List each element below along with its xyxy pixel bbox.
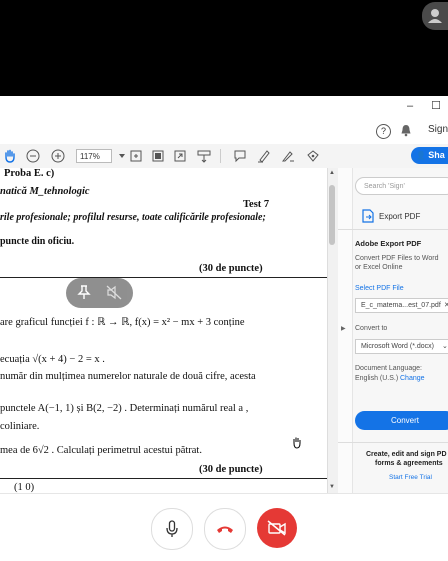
divider — [338, 442, 448, 443]
mute-speaker-icon[interactable] — [106, 285, 122, 305]
zoom-out-icon[interactable] — [25, 148, 41, 164]
microphone-button[interactable] — [151, 508, 193, 550]
section-rule — [0, 277, 327, 278]
hand-tool-icon[interactable] — [2, 148, 18, 164]
scroll-up-icon[interactable]: ▲ — [329, 170, 335, 176]
doc-language-value: English (U.S.) — [355, 375, 399, 382]
doc-line: Proba E. c) — [4, 168, 55, 179]
participant-avatar[interactable] — [422, 2, 448, 30]
window-titlebar: – ☐ — [0, 96, 448, 119]
convert-to-value: Microsoft Word (*.docx) — [361, 343, 434, 350]
document-page[interactable]: Proba E. c) natică M_tehnologic Test 7 r… — [0, 168, 327, 493]
video-strip — [0, 0, 448, 96]
share-user-icon: 👤 — [416, 151, 429, 160]
doc-language-label: Document Language: — [355, 365, 422, 372]
doc-line: (30 de puncte) — [199, 464, 263, 475]
chevron-down-icon: ⌄ — [442, 343, 448, 350]
convert-to-label: Convert to — [355, 325, 388, 332]
pane-collapse-strip[interactable]: ▶ — [338, 168, 353, 493]
export-pdf-label[interactable]: Export PDF — [379, 212, 420, 221]
highlight-pen-icon[interactable] — [256, 148, 272, 164]
doc-line: punctele A(−1, 1) și B(2, −2) . Determin… — [0, 403, 249, 414]
export-description: Convert PDF Files to Word — [355, 255, 439, 262]
fit-page-icon[interactable] — [128, 148, 144, 164]
share-label: Sha — [428, 150, 445, 160]
doc-line: ecuația √(x + 4) − 2 = x . — [0, 354, 105, 365]
camera-off-icon — [267, 520, 286, 536]
scroll-down-icon[interactable]: ▼ — [329, 484, 335, 490]
start-trial-link[interactable]: Start Free Trial — [389, 474, 432, 481]
promo-heading: Create, edit and sign PD — [366, 451, 447, 458]
doc-line: număr din mulțimea numerelor naturale de… — [0, 371, 256, 382]
doc-line: Test 7 — [243, 199, 270, 210]
help-icon[interactable]: ? — [376, 124, 391, 139]
doc-line: (30 de puncte) — [199, 263, 263, 274]
pin-icon[interactable] — [77, 285, 91, 305]
section-rule — [0, 478, 327, 479]
minimize-button[interactable]: – — [398, 96, 422, 118]
export-pdf-icon — [362, 209, 374, 228]
full-screen-icon[interactable] — [172, 148, 188, 164]
doc-line: mea de 6√2 . Calculați perimetrul acestu… — [0, 445, 202, 456]
hang-up-button[interactable] — [204, 508, 246, 550]
doc-line: puncte din oficiu. — [0, 236, 75, 247]
promo-heading: forms & agreements — [375, 460, 443, 467]
convert-to-select[interactable]: Microsoft Word (*.docx) ⌄ — [355, 339, 448, 354]
doc-line: natică M_tehnologic — [0, 186, 90, 197]
comment-icon[interactable] — [232, 148, 248, 164]
sign-in-link[interactable]: Sign — [428, 124, 448, 135]
doc-line: coliniare. — [0, 421, 40, 432]
maximize-button[interactable]: ☐ — [424, 96, 448, 118]
close-icon[interactable]: ✕ — [444, 299, 448, 312]
doc-line: (1 0) — [14, 482, 35, 493]
change-language-link[interactable]: Change — [400, 375, 425, 382]
selected-file-name: E_c_matema...est_07.pdf — [361, 302, 441, 309]
toolbar-divider — [220, 149, 221, 163]
avatar-icon — [428, 9, 442, 23]
share-button[interactable]: 👤 Sha — [411, 147, 448, 164]
selected-file-field[interactable]: E_c_matema...est_07.pdf ✕ — [355, 298, 448, 313]
read-mode-icon[interactable] — [196, 148, 212, 164]
select-pdf-label: Select PDF File — [355, 285, 404, 292]
draw-icon[interactable] — [280, 148, 296, 164]
expand-arrow-icon[interactable]: ▶ — [341, 325, 346, 332]
bell-icon[interactable] — [400, 124, 412, 142]
doc-line: rile profesionale; profilul resurse, toa… — [0, 212, 266, 223]
tools-toolbar: 117% 👤 Sha — [0, 144, 448, 169]
export-description: or Excel Online — [355, 264, 403, 271]
phone-hangup-icon — [217, 526, 233, 533]
zoom-in-icon[interactable] — [50, 148, 66, 164]
camera-off-button[interactable] — [257, 508, 297, 548]
microphone-icon — [166, 520, 178, 537]
divider — [338, 229, 448, 230]
doc-line: are graficul funcției f : ℝ → ℝ, f(x) = … — [0, 317, 245, 328]
app-toolbar: ? Sign — [0, 118, 448, 145]
search-input[interactable]: Search 'Sign' — [355, 177, 448, 195]
scrollbar-thumb[interactable] — [329, 185, 335, 245]
zoom-level-field[interactable]: 117% — [76, 149, 112, 163]
export-title: Adobe Export PDF — [355, 239, 422, 248]
hand-cursor-icon — [291, 436, 303, 454]
convert-button[interactable]: Convert — [355, 411, 448, 430]
floating-controls — [66, 278, 133, 308]
page-view-icon[interactable] — [150, 148, 166, 164]
sign-tool-icon[interactable] — [305, 148, 321, 164]
